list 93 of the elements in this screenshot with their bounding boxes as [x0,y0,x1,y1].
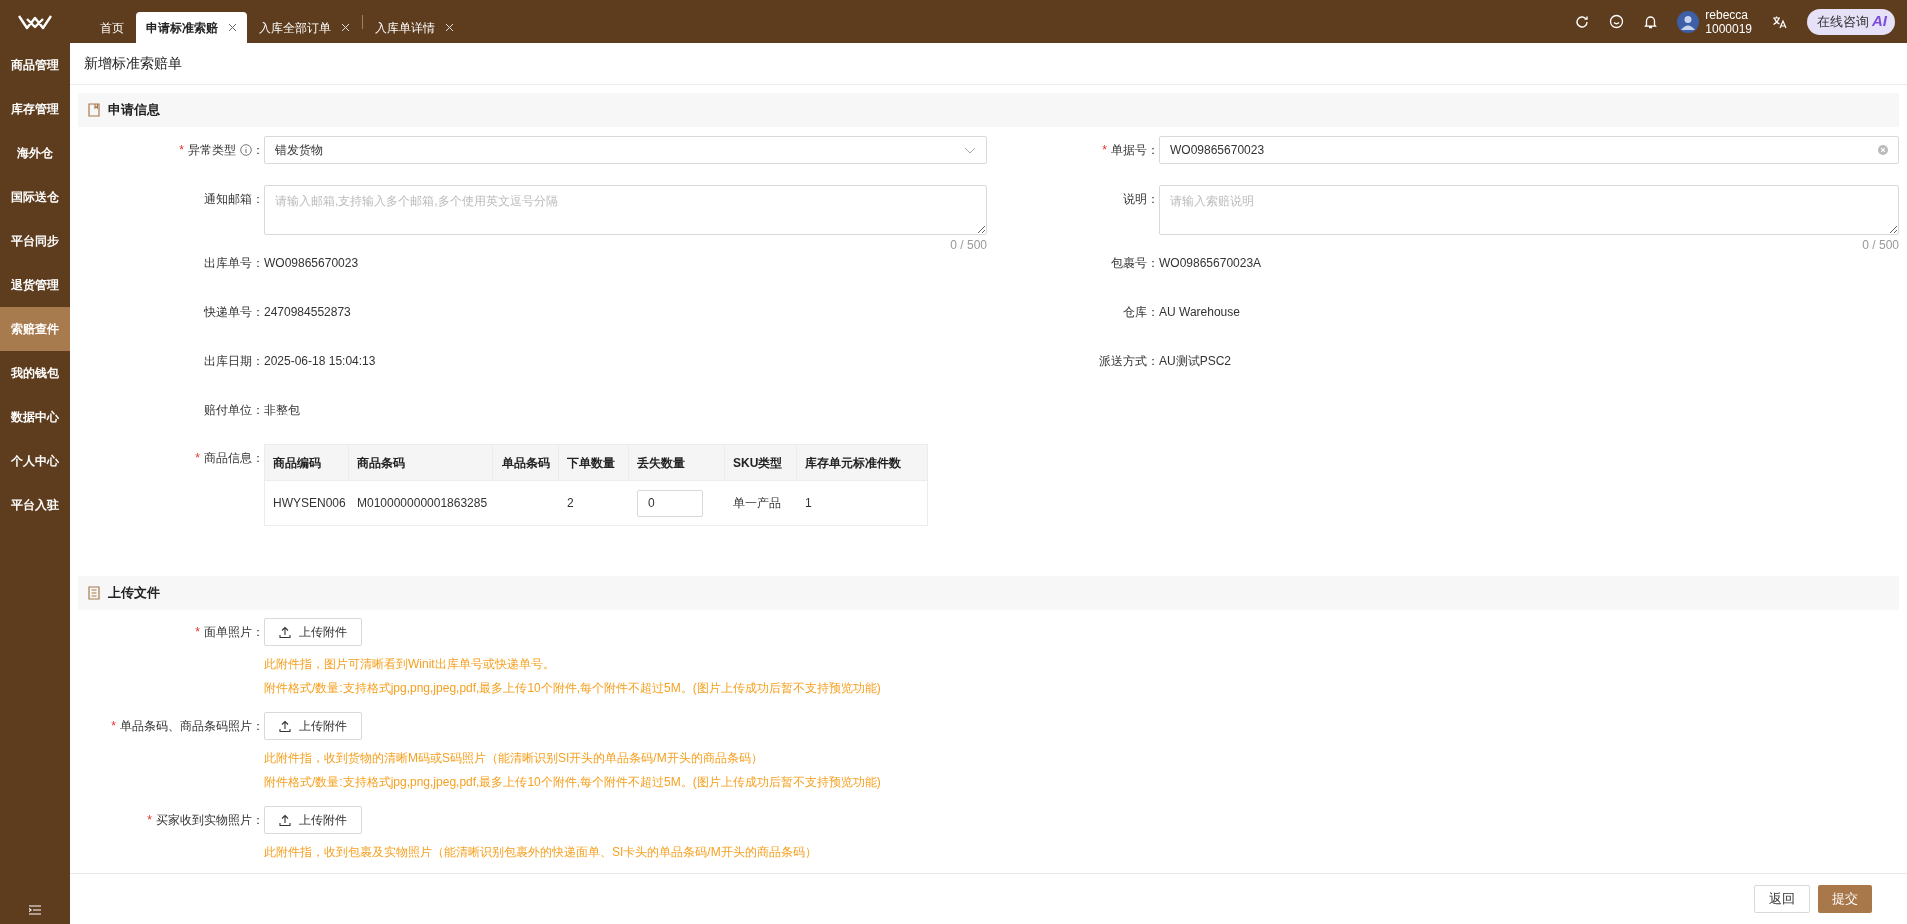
sidebar-item[interactable]: 海外仓 [0,131,70,175]
column-header: 丢失数量 [629,445,725,480]
hint-text: 此附件指，收到货物的清晰M码或S码照片（能清晰识别SI开头的单品条码/M开头的商品条码） [264,750,764,766]
hint-text: 附件格式/数量:支持格式jpg,png,jpeg,pdf,最多上传10个附件,每个附件不超过5M。(图片上传成功后暂不支持预览功能) [264,774,881,790]
field-label: 包裹号： [1111,255,1159,272]
sidebar-item[interactable]: 索赔查件 [0,307,70,351]
field-label: 仓库： [1123,304,1159,321]
field-label: 赔付单位： [204,402,264,419]
upload-button[interactable]: 上传附件 [264,618,362,646]
required-mark: * [179,142,184,159]
column-header: 商品条码 [349,445,493,480]
table-cell-text: 单一产品 [733,495,781,512]
column-header: 下单数量 [559,445,629,480]
field-value: AU测试PSC2 [1159,353,1232,369]
sidebar-item[interactable]: 国际送仓 [0,175,70,219]
upload-button[interactable]: 上传附件 [264,712,362,740]
character-counter: 0 / 500 [950,237,987,254]
back-button[interactable]: 返回 [1754,885,1810,913]
table-cell-text: M010000000001863285 [357,495,488,512]
upload-icon [279,814,291,826]
sidebar-item[interactable]: 数据中心 [0,395,70,439]
sidebar-item[interactable]: 平台同步 [0,219,70,263]
table-cell-text: HWYSEN006 [273,495,346,512]
field-label: 说明： [1123,191,1159,208]
section-title: 上传文件 [108,584,160,603]
field-label: 异常类型 [188,142,236,159]
translate-icon[interactable] [1772,14,1787,29]
field-value: AU Warehouse [1159,304,1240,320]
upload-button[interactable]: 上传附件 [264,806,362,834]
field-value: WO09865670023A [1159,255,1262,271]
select-field[interactable]: 错发货物 [264,136,987,164]
document-icon [88,103,100,117]
sidebar-item[interactable]: 个人中心 [0,439,70,483]
sidebar-item[interactable]: 商品管理 [0,43,70,87]
smiley-icon[interactable] [1609,14,1625,29]
menu-icon[interactable] [29,905,41,915]
field-label: 派送方式： [1099,353,1159,370]
label-colon: ： [252,142,264,159]
hint-text: 此附件指，图片可清晰看到Winit出库单号或快递单号。 [264,656,556,672]
tab[interactable]: 入库单详情 [363,12,466,43]
required-mark: * [111,718,116,735]
column-header: 单品条码 [493,445,559,480]
field-label: 出库单号： [204,255,264,272]
hint-text: 此附件指，收到包裹及实物照片（能清晰识别包裹外的快递面单、SI卡头的单品条码/M开头的商品条码） [264,844,817,860]
consult-button[interactable]: 在线咨询 AI [1807,8,1895,35]
field-label: 快递单号： [204,304,264,321]
sidebar-item[interactable]: 平台入驻 [0,483,70,527]
section-title: 申请信息 [108,101,160,120]
required-mark: * [195,624,200,641]
field-label: 商品信息： [204,450,264,467]
page-title: 新增标准索赔单 [84,54,182,73]
field-label: 通知邮箱： [204,191,264,208]
upload-icon [279,626,291,638]
refresh-icon[interactable] [1575,14,1590,29]
list-icon [88,586,100,600]
tab[interactable]: 申请标准索赔 [136,12,247,43]
text-area[interactable]: 请输入邮箱,支持输入多个邮箱,多个使用英文逗号分隔 [264,185,987,235]
field-value: 2025-06-18 15:04:13 [264,353,376,369]
table-cell-text: 2 [567,495,574,512]
table-cell-text: 1 [805,495,812,512]
sidebar-item[interactable]: 库存管理 [0,87,70,131]
column-header: 库存单元标准件数 [804,454,902,472]
close-icon[interactable] [228,23,237,32]
tab[interactable]: 入库全部订单 [247,12,362,43]
quantity-input[interactable]: 0 [637,489,703,517]
user-name: rebecca [1705,7,1749,22]
hint-text: 附件格式/数量:支持格式jpg,png,jpeg,pdf,最多上传10个附件,每个附件不超过5M。(图片上传成功后暂不支持预览功能) [264,680,881,696]
upload-icon [279,720,291,732]
user-id: 1000019 [1705,21,1752,36]
input-field[interactable]: WO09865670023 [1159,136,1899,164]
field-value: 2470984552873 [264,304,351,320]
field-label: 单据号： [1111,142,1159,159]
text-area[interactable]: 请输入索赔说明 [1159,185,1899,235]
field-value: 非整包 [264,402,300,418]
submit-button[interactable]: 提交 [1818,885,1872,913]
sidebar-item[interactable]: 我的钱包 [0,351,70,395]
avatar-icon[interactable] [1677,10,1700,33]
bell-icon[interactable] [1644,14,1658,29]
required-mark: * [147,812,152,829]
character-counter: 0 / 500 [1862,237,1899,254]
field-label: 面单照片： [204,624,264,641]
sidebar-item[interactable]: 退货管理 [0,263,70,307]
column-header: SKU类型 [725,445,797,480]
logo-icon [18,13,52,30]
field-value: WO09865670023 [264,255,359,271]
field-label: 单品条码、商品条码照片： [120,718,264,735]
tab[interactable]: 首页 [88,12,136,43]
required-mark: * [195,450,200,467]
required-mark: * [1102,142,1107,159]
chevron-down-icon [964,146,976,154]
column-header: 商品编码 [265,445,349,480]
field-label: 买家收到实物照片： [156,812,264,829]
field-label: 出库日期： [204,353,264,370]
